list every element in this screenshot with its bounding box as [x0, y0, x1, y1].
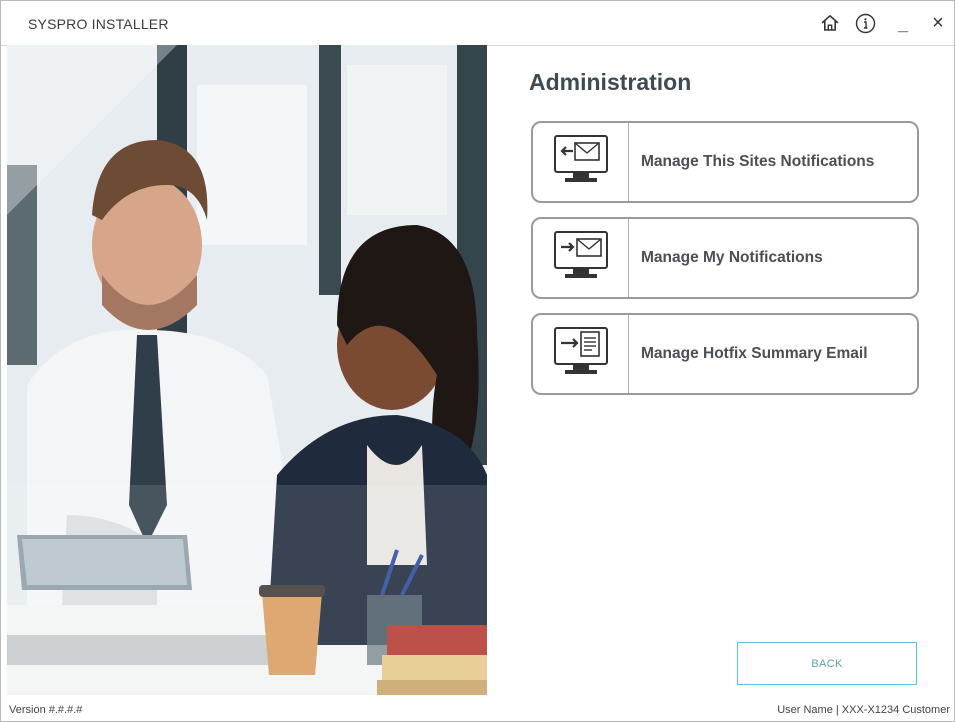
card-label: Manage Hotfix Summary Email — [641, 345, 868, 362]
card-icon-box — [533, 123, 629, 201]
document-monitor-icon — [551, 324, 611, 385]
back-button[interactable]: BACK — [737, 642, 917, 685]
card-label: Manage This Sites Notifications — [641, 153, 875, 170]
info-icon[interactable] — [854, 12, 876, 34]
mail-incoming-monitor-icon — [551, 132, 611, 193]
close-icon: × — [932, 12, 944, 34]
manage-my-notifications-button[interactable]: Manage My Notifications — [531, 217, 919, 299]
card-icon-box — [533, 315, 629, 393]
hero-photo — [7, 45, 487, 695]
card-label: Manage My Notifications — [641, 249, 823, 266]
manage-site-notifications-button[interactable]: Manage This Sites Notifications — [531, 121, 919, 203]
title-bar: SYSPRO INSTALLER _ × — [1, 1, 954, 46]
manage-hotfix-summary-email-button[interactable]: Manage Hotfix Summary Email — [531, 313, 919, 395]
mail-outgoing-monitor-icon — [551, 228, 611, 289]
close-button[interactable]: × — [928, 12, 948, 34]
minimize-icon: _ — [897, 14, 908, 34]
user-info-label: User Name | XXX-X1234 Customer — [777, 704, 950, 716]
minimize-button[interactable]: _ — [893, 12, 913, 34]
home-icon[interactable] — [819, 12, 841, 34]
app-title: SYSPRO INSTALLER — [28, 16, 169, 32]
page-title: Administration — [529, 69, 692, 95]
version-label: Version #.#.#.# — [9, 704, 83, 716]
installer-window: SYSPRO INSTALLER _ × Administration Mana… — [0, 0, 955, 722]
card-icon-box — [533, 219, 629, 297]
